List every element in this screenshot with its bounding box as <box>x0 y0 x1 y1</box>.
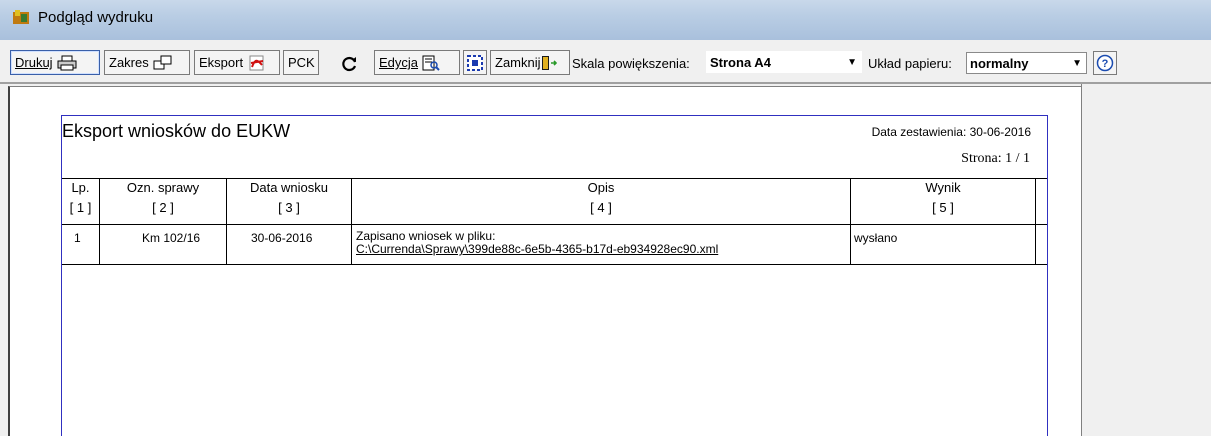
column-index-lp: [ 1 ] <box>69 200 92 215</box>
window-title: Podgląd wydruku <box>38 9 154 26</box>
select-area-button[interactable] <box>463 50 487 75</box>
help-button[interactable]: ? <box>1093 51 1117 75</box>
column-header-lp: Lp. <box>71 180 90 195</box>
pck-button[interactable]: PCK <box>283 50 319 75</box>
row-lp: 1 <box>74 231 81 245</box>
export-button-label: Eksport <box>199 55 244 70</box>
column-index-result: [ 5 ] <box>932 200 954 215</box>
pdf-export-icon <box>249 55 264 70</box>
edit-button[interactable]: Edycja <box>374 50 460 75</box>
refresh-icon[interactable] <box>341 55 359 73</box>
column-header-date: Data wniosku <box>249 180 329 195</box>
window-titlebar: Podgląd wydruku <box>0 0 1211 40</box>
export-button[interactable]: Eksport <box>194 50 280 75</box>
table-header-border <box>62 224 1047 225</box>
report-page-number: Strona: 1 / 1 <box>961 151 1030 166</box>
zoom-select[interactable]: Strona A4 ▼ <box>706 51 862 73</box>
app-icon <box>13 10 29 24</box>
preview-side-panel <box>1081 84 1211 436</box>
column-index-date: [ 3 ] <box>278 200 300 215</box>
row-case-number: Km 102/16 <box>142 231 201 245</box>
pck-button-label: PCK <box>288 55 315 70</box>
table-col-divider <box>1035 178 1036 264</box>
edit-button-label: Edycja <box>379 55 419 70</box>
report-title: Eksport wniosków do EUKW <box>62 121 291 141</box>
svg-text:?: ? <box>1102 58 1109 70</box>
paper-layout-select-value: normalny <box>970 55 1029 71</box>
column-header-description: Opis <box>587 180 615 195</box>
report-date: Data zestawienia: 30-06-2016 <box>871 125 1031 139</box>
row-description-path: C:\Currenda\Sprawy\399de88c-6e5b-4365-b1… <box>356 242 719 256</box>
table-top-border <box>62 178 1047 179</box>
page-zoom-icon <box>422 55 440 71</box>
pages-range-icon <box>153 55 172 69</box>
row-description-line1: Zapisano wniosek w pliku: <box>356 229 496 243</box>
paper-layout-label: Układ papieru: <box>868 56 952 71</box>
range-button[interactable]: Zakres <box>104 50 190 75</box>
paper-layout-select[interactable]: normalny ▼ <box>966 52 1087 74</box>
toolbar-separator <box>0 82 1211 84</box>
close-button-label: Zamknij <box>495 55 541 70</box>
chevron-down-icon: ▼ <box>847 57 857 68</box>
selection-frame-icon <box>467 54 483 71</box>
column-header-result: Wynik <box>925 180 961 195</box>
print-button[interactable]: Drukuj <box>10 50 100 75</box>
question-mark-icon: ? <box>1096 54 1114 72</box>
chevron-down-icon: ▼ <box>1072 58 1082 69</box>
close-button[interactable]: Zamknij <box>490 50 570 75</box>
row-result: wysłano <box>854 231 898 245</box>
table-bottom-border <box>62 264 1047 265</box>
exit-door-icon <box>541 55 557 70</box>
printer-icon <box>57 55 77 70</box>
toolbar: Drukuj Zakres Eksport PCK Edycja Zamknij… <box>0 48 1211 80</box>
row-request-date: 30-06-2016 <box>251 231 313 245</box>
column-header-case: Ozn. sprawy <box>126 180 200 195</box>
column-index-case: [ 2 ] <box>152 200 174 215</box>
range-button-label: Zakres <box>109 55 149 70</box>
column-index-description: [ 4 ] <box>590 200 612 215</box>
zoom-select-value: Strona A4 <box>710 54 771 70</box>
zoom-label: Skala powiększenia: <box>572 56 690 71</box>
print-button-label: Drukuj <box>15 55 53 70</box>
report-page: Eksport wniosków do EUKW Data zestawieni… <box>61 115 1048 436</box>
